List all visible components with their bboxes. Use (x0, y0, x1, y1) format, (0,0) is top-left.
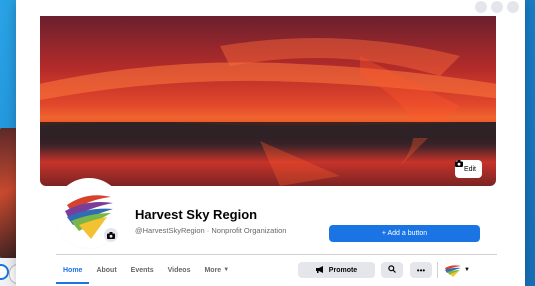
tab-events[interactable]: Events (124, 258, 161, 282)
tab-videos[interactable]: Videos (161, 258, 198, 282)
search-icon (388, 265, 396, 275)
tab-label: More (204, 266, 222, 274)
harvest-sky-logo-icon (445, 265, 461, 277)
promote-label: Promote (328, 266, 358, 274)
control-dot[interactable] (507, 1, 519, 13)
toolbar-separator (437, 262, 438, 278)
control-dot[interactable] (475, 1, 487, 13)
tab-label: Events (130, 266, 154, 274)
edit-cover-label: Edit (463, 165, 476, 173)
add-button-label: + Add a button (381, 230, 428, 237)
profile-photo-camera-button[interactable] (104, 228, 118, 242)
control-dot[interactable] (491, 1, 503, 13)
top-bar (16, 0, 525, 16)
edit-cover-button[interactable]: Edit (454, 160, 482, 178)
tab-more[interactable]: More ▼ (197, 258, 236, 282)
search-button[interactable] (381, 262, 403, 278)
megaphone-icon (315, 265, 325, 275)
page-title: Harvest Sky Region (135, 207, 258, 222)
tab-label: About (96, 266, 117, 274)
page-subtitle: @HarvestSkyRegion · Nonprofit Organizati… (135, 226, 287, 235)
header-divider (56, 254, 497, 255)
cover-sunset-art (40, 38, 496, 186)
facebook-page-window: Edit Harvest Sky Region @HarvestSkyRegio… (16, 0, 525, 286)
more-options-button[interactable]: ••• (410, 262, 432, 278)
switch-profile-button[interactable]: ▼ (444, 262, 474, 278)
caret-down-icon: ▼ (223, 267, 230, 273)
page-tabs: Home About Events Videos More ▼ (56, 258, 236, 284)
tab-label: Videos (167, 266, 191, 274)
add-a-button[interactable]: + Add a button (329, 225, 480, 242)
top-bar-controls (475, 1, 519, 13)
tab-about[interactable]: About (89, 258, 123, 282)
promote-button[interactable]: Promote (298, 262, 375, 278)
cover-photo: Edit (40, 16, 496, 186)
camera-icon (107, 226, 115, 244)
tab-label: Home (63, 266, 83, 274)
caret-down-icon: ▼ (464, 267, 470, 273)
tab-home[interactable]: Home (56, 258, 90, 284)
ellipsis-icon: ••• (416, 265, 426, 275)
